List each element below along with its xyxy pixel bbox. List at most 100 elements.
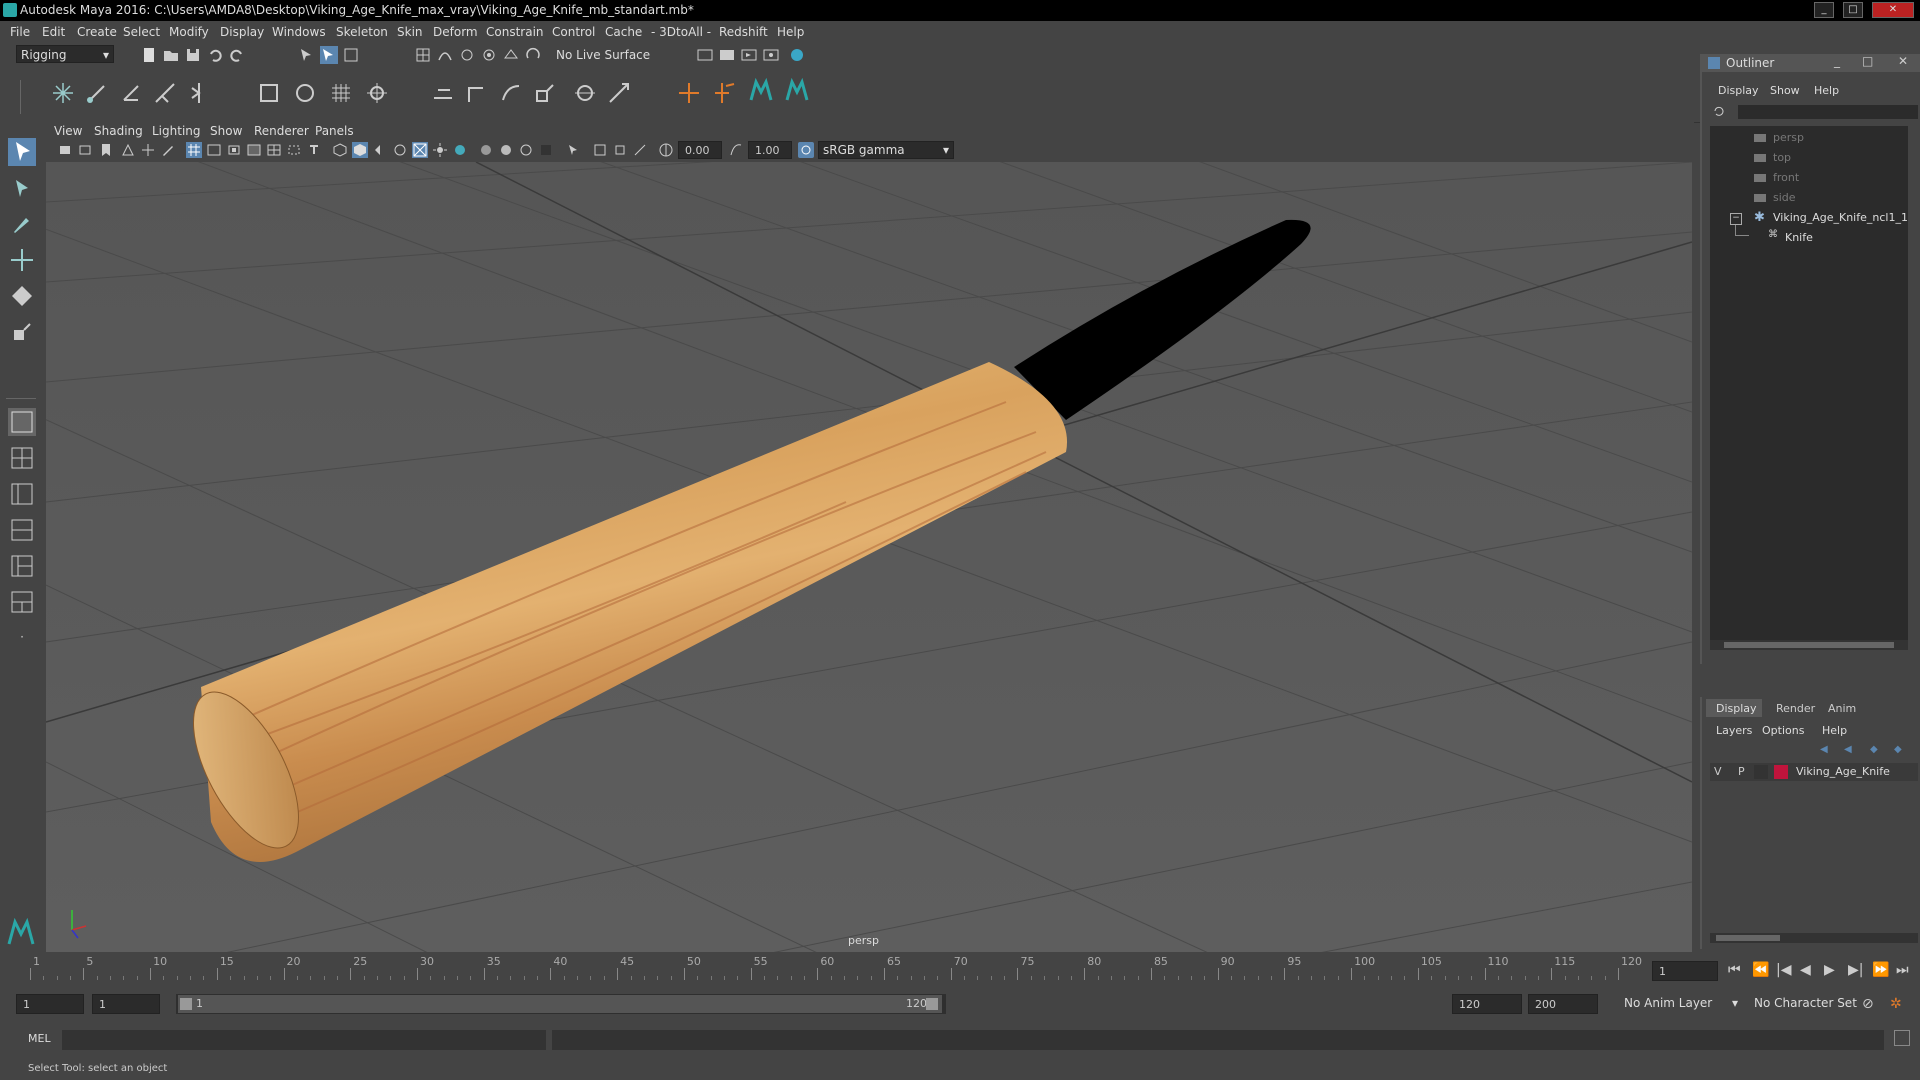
paint-select-icon[interactable]	[8, 210, 36, 238]
new-scene-icon[interactable]	[140, 46, 158, 64]
new-layer-icon[interactable]: ◆	[1870, 744, 1878, 755]
ik-spline-icon[interactable]	[118, 80, 144, 106]
film-gate-icon[interactable]	[206, 142, 222, 158]
go-to-start-icon[interactable]: ⏮	[1728, 962, 1741, 978]
layer-type-toggle[interactable]	[1754, 765, 1768, 779]
live-surface-label[interactable]: No Live Surface	[556, 48, 650, 62]
menu-display[interactable]: Display	[220, 25, 264, 39]
animation-end-field[interactable]: 200	[1528, 994, 1598, 1014]
new-layer-selected-icon[interactable]: ◆	[1894, 744, 1902, 755]
xray-active-icon[interactable]	[612, 142, 628, 158]
cluster-icon[interactable]	[364, 80, 390, 106]
maya-teal-icon[interactable]	[748, 77, 774, 104]
ipr-render-icon[interactable]	[762, 46, 780, 64]
shadows-icon[interactable]	[452, 142, 468, 158]
graph-layout-icon[interactable]	[8, 588, 36, 616]
outliner-item-knife[interactable]: Knife	[1785, 231, 1813, 244]
grid-toggle-icon[interactable]	[186, 142, 202, 158]
redo-icon[interactable]	[228, 46, 246, 64]
pole-vector-icon[interactable]	[606, 80, 632, 106]
gate-mask-icon[interactable]	[246, 142, 262, 158]
anim-layer-dropdown[interactable]: No Anim Layer ▾	[1620, 994, 1740, 1014]
textured-icon[interactable]	[412, 142, 428, 158]
step-back-key-icon[interactable]: ⏪	[1752, 962, 1769, 978]
menu-redshift[interactable]: Redshift	[719, 25, 768, 39]
layer-visibility-toggle[interactable]: V	[1714, 765, 1722, 778]
animation-start-field[interactable]: 1	[16, 994, 84, 1014]
undo-icon[interactable]	[206, 46, 224, 64]
menu-set-dropdown[interactable]: Rigging ▾	[16, 45, 114, 63]
gamma-field[interactable]: 1.00	[748, 141, 792, 159]
step-forward-key-icon[interactable]: ⏩	[1872, 962, 1889, 978]
exposure-icon[interactable]	[658, 142, 674, 158]
aim-constraint-icon[interactable]	[572, 80, 598, 106]
playback-end-field[interactable]: 120	[1452, 994, 1522, 1014]
range-end-grip[interactable]	[926, 998, 938, 1010]
range-slider-track[interactable]: 1 120	[176, 994, 946, 1014]
shelf-tab-handle[interactable]	[6, 80, 21, 114]
save-scene-icon[interactable]	[184, 46, 202, 64]
toolbox-extra-icon[interactable]: ·	[8, 630, 36, 648]
isolate-select-icon[interactable]	[566, 142, 582, 158]
image-plane-icon[interactable]	[120, 142, 136, 158]
render-frame-icon[interactable]	[740, 46, 758, 64]
animation-preferences-icon[interactable]: ✲	[1890, 996, 1902, 1012]
safe-action-icon[interactable]	[286, 142, 302, 158]
refresh-icon[interactable]	[1712, 104, 1726, 118]
select-object-icon[interactable]	[320, 46, 338, 64]
menu-modify[interactable]: Modify	[169, 25, 209, 39]
maya-teal-icon-2[interactable]	[784, 77, 810, 104]
collapse-icon[interactable]: −	[1730, 213, 1742, 225]
step-forward-frame-icon[interactable]: ▶|	[1848, 962, 1863, 978]
open-scene-icon[interactable]	[162, 46, 180, 64]
move-layer-up-icon[interactable]: ◀	[1820, 744, 1828, 755]
motion-blur-icon[interactable]	[498, 142, 514, 158]
panel-menu-renderer[interactable]: Renderer	[254, 124, 309, 138]
depth-of-field-icon[interactable]	[538, 142, 554, 158]
camera-attributes-icon[interactable]	[78, 142, 94, 158]
default-lighting-icon[interactable]	[372, 142, 388, 158]
xray-icon[interactable]	[592, 142, 608, 158]
hypershade-icon[interactable]	[788, 46, 806, 64]
maximize-button[interactable]: □	[1843, 2, 1863, 18]
snap-curve-icon[interactable]	[436, 46, 454, 64]
view-transform-dropdown[interactable]: sRGB gamma ▾	[818, 141, 954, 159]
layers-menu-layers[interactable]: Layers	[1716, 724, 1752, 737]
time-slider[interactable]: 1 5 10 15 20 25 30 35 40 45 50 55 60 65 70 75 80 85 90 95 10…	[0, 954, 1920, 988]
hypershade-layout-icon[interactable]	[8, 552, 36, 580]
joint-tool-icon[interactable]	[50, 80, 76, 106]
layer-color-swatch[interactable]	[1774, 765, 1788, 779]
scrollbar-thumb[interactable]	[1716, 935, 1780, 941]
minimize-button[interactable]: _	[1814, 2, 1834, 18]
persp-graph-layout-icon[interactable]	[8, 516, 36, 544]
command-language-label[interactable]: MEL	[28, 1032, 51, 1045]
ambient-occlusion-icon[interactable]	[478, 142, 494, 158]
snap-view-icon[interactable]	[480, 46, 498, 64]
smooth-bind-icon[interactable]	[292, 80, 318, 106]
outliner-item-front[interactable]: front	[1773, 171, 1799, 184]
exposure-field[interactable]: 0.00	[678, 141, 722, 159]
anti-aliasing-icon[interactable]	[518, 142, 534, 158]
tab-render[interactable]: Render	[1776, 702, 1815, 715]
persp-outliner-layout-icon[interactable]	[8, 480, 36, 508]
render-settings-icon[interactable]	[696, 46, 714, 64]
outliner-item-viking-group[interactable]: Viking_Age_Knife_ncl1_1	[1773, 211, 1908, 224]
outliner-minimize-button[interactable]: _	[1834, 54, 1840, 68]
perspective-viewport[interactable]: persp	[46, 162, 1692, 952]
step-back-frame-icon[interactable]: |◀	[1776, 962, 1791, 978]
character-set-dropdown[interactable]: No Character Set	[1750, 994, 1864, 1014]
play-backward-icon[interactable]: ◀	[1800, 962, 1811, 978]
layer-row[interactable]: V P Viking_Age_Knife	[1710, 763, 1918, 781]
safe-title-icon[interactable]	[306, 142, 322, 158]
bookmark-icon[interactable]	[98, 142, 114, 158]
menu-create[interactable]: Create	[77, 25, 117, 39]
color-management-icon[interactable]	[798, 142, 814, 158]
wireframe-on-shaded-icon[interactable]	[392, 142, 408, 158]
play-forward-icon[interactable]: ▶	[1824, 962, 1835, 978]
layers-horizontal-scrollbar[interactable]	[1710, 933, 1918, 943]
make-live-icon[interactable]	[524, 46, 542, 64]
auto-key-icon[interactable]: ⊘	[1862, 996, 1874, 1012]
snap-point-icon[interactable]	[458, 46, 476, 64]
panel-menu-panels[interactable]: Panels	[315, 124, 354, 138]
scale-constraint-icon[interactable]	[532, 80, 558, 106]
